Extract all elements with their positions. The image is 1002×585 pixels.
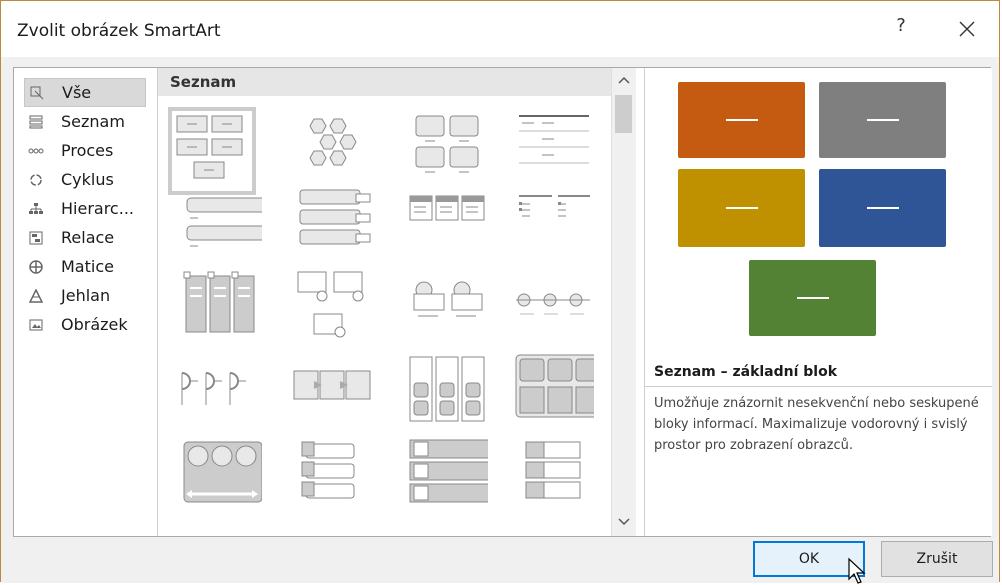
category-label: Vše [62, 83, 92, 102]
layout-tile[interactable] [514, 186, 594, 266]
description-box: Umožňuje znázornit nesekvenční nebo sesk… [645, 386, 992, 536]
layout-tile[interactable] [172, 353, 252, 433]
category-label: Cyklus [61, 170, 114, 189]
layout-tile[interactable] [292, 268, 372, 348]
layout-tile[interactable] [182, 268, 262, 348]
preview-shape [819, 82, 946, 158]
layout-tile[interactable] [514, 353, 594, 433]
dialog-title: Zvolit obrázek SmartArt [17, 21, 221, 41]
matrix-icon [26, 257, 46, 277]
preview-shape [749, 260, 876, 336]
category-list: Vše Seznam Proces Cyklus Hierarc... Rela… [14, 68, 158, 536]
preview-shape [678, 169, 805, 247]
layout-tile[interactable] [408, 268, 488, 348]
layout-tile[interactable] [514, 268, 594, 348]
hierarchy-icon [26, 199, 46, 219]
preview-panel: Seznam – základní blok Umožňuje znázorni… [644, 68, 992, 536]
layout-tile[interactable] [182, 438, 262, 518]
category-pyramid[interactable]: Jehlan [24, 281, 146, 310]
dialog-body: Vše Seznam Proces Cyklus Hierarc... Rela… [1, 57, 999, 583]
preview-shape [819, 169, 946, 247]
relationship-icon [26, 228, 46, 248]
layout-tile[interactable] [182, 186, 262, 266]
title-bar: Zvolit obrázek SmartArt ? [1, 1, 999, 57]
layout-tile[interactable] [408, 186, 488, 266]
gallery-scrollbar[interactable] [611, 68, 636, 536]
category-all[interactable]: Vše [24, 78, 146, 107]
layout-description: Umožňuje znázornit nesekvenční nebo sesk… [654, 396, 979, 453]
close-icon[interactable] [949, 11, 985, 47]
category-cycle[interactable]: Cyklus [24, 165, 146, 194]
category-list-item[interactable]: Seznam [24, 107, 146, 136]
category-hierarchy[interactable]: Hierarc... [24, 194, 146, 223]
category-label: Matice [61, 257, 114, 276]
content-frame: Vše Seznam Proces Cyklus Hierarc... Rela… [13, 67, 992, 537]
scroll-down-icon[interactable] [612, 510, 636, 532]
layout-tile[interactable] [524, 438, 604, 518]
layout-tile[interactable] [408, 438, 488, 518]
category-label: Obrázek [61, 315, 128, 334]
gallery-section-title: Seznam [170, 73, 237, 91]
layout-preview [645, 68, 992, 358]
layout-tile[interactable] [294, 111, 374, 191]
category-label: Hierarc... [61, 199, 134, 218]
category-label: Proces [61, 141, 114, 160]
layout-tile[interactable] [292, 438, 372, 518]
layout-tile[interactable] [168, 107, 256, 195]
layout-gallery: Seznam [158, 68, 611, 536]
scroll-up-icon[interactable] [612, 70, 636, 92]
layout-tile[interactable] [408, 353, 488, 433]
category-process[interactable]: Proces [24, 136, 146, 165]
category-matrix[interactable]: Matice [24, 252, 146, 281]
help-button[interactable]: ? [889, 15, 913, 36]
process-icon [26, 141, 46, 161]
picture-icon [26, 315, 46, 335]
layout-tile[interactable] [408, 111, 488, 191]
all-icon [27, 83, 47, 103]
list-icon [26, 112, 46, 132]
layout-tile[interactable] [292, 186, 372, 266]
category-relationship[interactable]: Relace [24, 223, 146, 252]
scroll-thumb[interactable] [615, 95, 632, 133]
mouse-pointer-icon [848, 557, 866, 584]
smartart-dialog: Zvolit obrázek SmartArt ? Vše Seznam Pro… [0, 0, 1000, 584]
pyramid-icon [26, 286, 46, 306]
cycle-icon [26, 170, 46, 190]
category-label: Seznam [61, 112, 125, 131]
cancel-button[interactable]: Zrušit [881, 541, 993, 577]
layout-tile[interactable] [514, 111, 594, 191]
category-label: Relace [61, 228, 115, 247]
category-picture[interactable]: Obrázek [24, 310, 146, 339]
gallery-section-header: Seznam [158, 68, 611, 96]
layout-tile[interactable] [292, 353, 372, 433]
preview-shape [678, 82, 805, 158]
layout-title: Seznam – základní blok [654, 364, 838, 380]
category-label: Jehlan [61, 286, 111, 305]
